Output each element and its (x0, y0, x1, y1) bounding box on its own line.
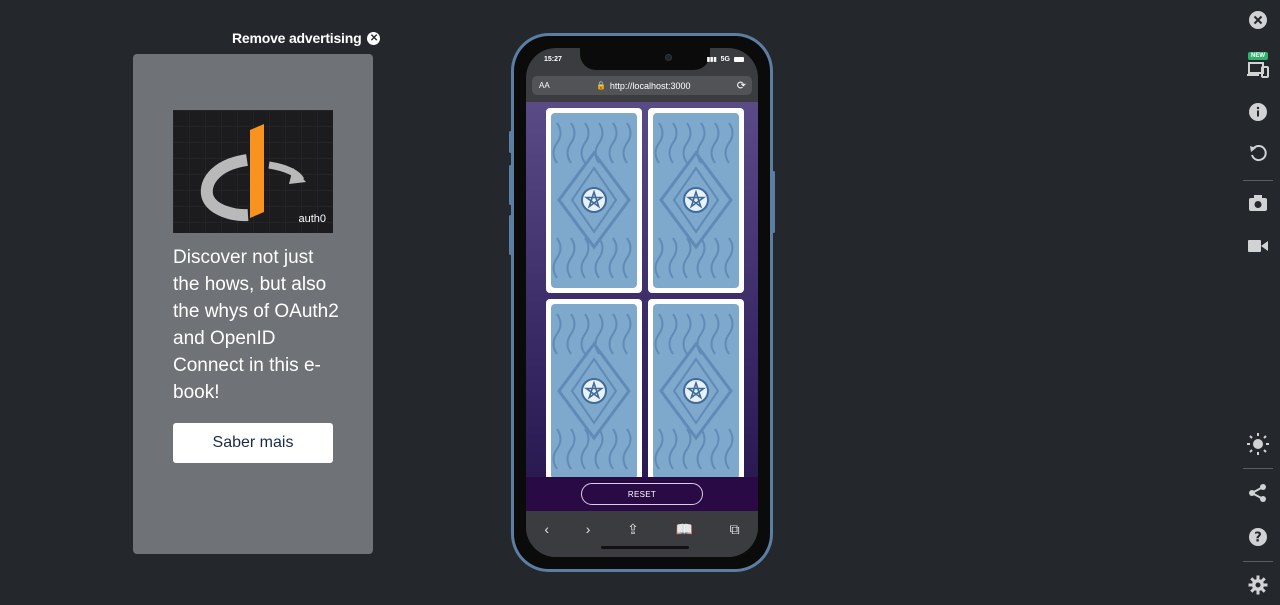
app-content (526, 102, 758, 477)
status-bar: 15:27 ▮▮▮ 5G (544, 56, 744, 63)
phone-screen: 15:27 ▮▮▮ 5G AA 🔒 http://localhost:3000 … (526, 48, 758, 557)
tarot-card[interactable] (648, 299, 744, 477)
card-ornament (552, 313, 632, 470)
status-time: 15:27 (544, 56, 562, 63)
card-back (551, 304, 637, 477)
forward-icon[interactable]: › (586, 521, 591, 557)
ad-image[interactable]: auth0 (173, 110, 333, 233)
address-bar[interactable]: AA 🔒 http://localhost:3000 ⟳ (532, 76, 752, 95)
share-icon[interactable] (1247, 482, 1269, 504)
settings-icon[interactable] (1247, 574, 1269, 596)
reader-aa-button[interactable]: AA (539, 81, 550, 90)
close-circle-icon[interactable]: ✕ (367, 31, 381, 45)
home-indicator (601, 546, 689, 549)
safari-toolbar: ‹ › ⇪ 📖 ⧉ (526, 511, 758, 557)
info-icon[interactable] (1247, 101, 1269, 123)
url-text: http://localhost:3000 (609, 80, 691, 91)
camera-icon[interactable] (1247, 192, 1269, 214)
close-icon[interactable] (1247, 9, 1269, 31)
ad-card[interactable]: auth0 Discover not just the hows, but al… (133, 54, 373, 554)
tarot-card[interactable] (648, 108, 744, 293)
card-back (653, 304, 739, 477)
signal-icon: ▮▮▮ (706, 57, 717, 63)
right-toolbar: NEW ? (1236, 0, 1280, 605)
back-icon[interactable]: ‹ (544, 521, 549, 557)
reset-button[interactable]: RESET (581, 483, 703, 505)
battery-icon (734, 57, 744, 62)
phone-power-button (772, 171, 775, 233)
saber-mais-button[interactable]: Saber mais (173, 423, 333, 463)
toolbar-divider (1243, 468, 1273, 469)
svg-text:?: ? (1254, 531, 1262, 546)
ad-body-text: Discover not just the hows, but also the… (173, 247, 339, 403)
video-icon[interactable] (1247, 235, 1269, 257)
help-icon[interactable]: ? (1247, 526, 1269, 548)
toolbar-divider (1243, 561, 1273, 562)
share-sheet-icon[interactable]: ⇪ (627, 521, 639, 557)
tabs-icon[interactable]: ⧉ (730, 521, 740, 557)
bookmarks-icon[interactable]: 📖 (675, 521, 692, 557)
phone-mute-switch (509, 131, 512, 153)
card-ornament (552, 122, 632, 279)
network-type: 5G (720, 56, 730, 63)
card-back (551, 113, 637, 288)
remove-advertising-link[interactable]: Remove advertising ✕ (232, 30, 381, 46)
card-ornament (654, 313, 734, 470)
phone-volume-down (509, 215, 512, 255)
devices-icon[interactable] (1247, 58, 1269, 80)
card-back (653, 113, 739, 288)
remove-advertising-label: Remove advertising (232, 30, 362, 46)
tarot-card[interactable] (546, 299, 642, 477)
reset-bar: RESET (526, 477, 758, 511)
toolbar-divider (1243, 180, 1273, 181)
tarot-card[interactable] (546, 108, 642, 293)
brightness-icon[interactable] (1247, 433, 1269, 455)
phone-volume-up (509, 165, 512, 205)
card-grid (546, 108, 744, 477)
rotate-icon[interactable] (1247, 142, 1269, 164)
card-ornament (654, 122, 734, 279)
reload-icon[interactable]: ⟳ (737, 79, 746, 92)
auth0-logo-text: auth0 (298, 213, 326, 225)
phone-frame: 15:27 ▮▮▮ 5G AA 🔒 http://localhost:3000 … (509, 33, 775, 572)
lock-icon: 🔒 (595, 81, 606, 90)
